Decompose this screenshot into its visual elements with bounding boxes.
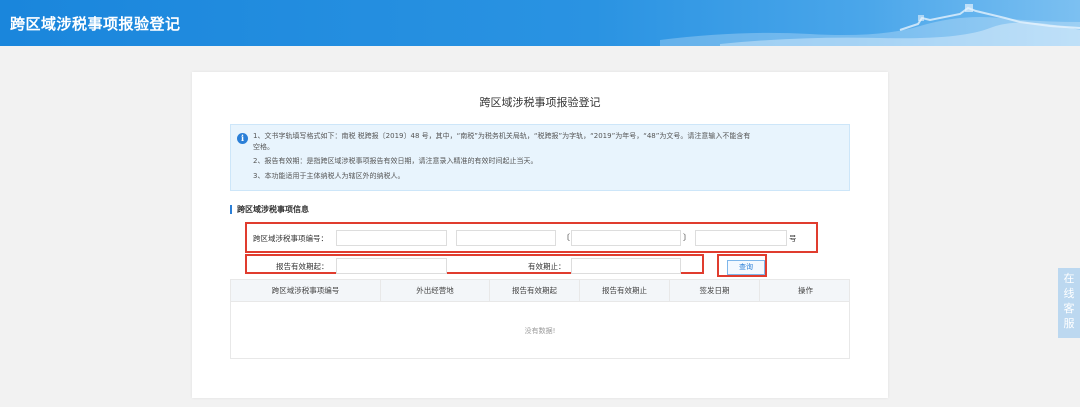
online-service-button[interactable]: 在 线 客 服 xyxy=(1058,268,1080,338)
column-header: 签发日期 xyxy=(670,280,760,302)
column-header: 跨区域涉税事项编号 xyxy=(231,280,381,302)
section-title: 跨区域涉税事项信息 xyxy=(230,205,309,214)
bracket-open: 〔 xyxy=(562,233,570,242)
code-input-3[interactable] xyxy=(571,230,681,246)
service-char: 线 xyxy=(1063,287,1075,300)
column-header: 操作 xyxy=(798,286,813,295)
end-date-label: 有效期止： xyxy=(528,262,566,271)
table-header: 跨区域涉税事项编号 外出经营地 报告有效期起 报告有效期止 签发日期 操作 xyxy=(231,280,849,302)
great-wall-banner-icon xyxy=(660,4,1080,46)
column-header: 外出经营地 xyxy=(381,280,490,302)
start-date-label: 报告有效期起： xyxy=(276,262,329,271)
app-title: 跨区域涉税事项报验登记 xyxy=(10,15,181,33)
column-header: 报告有效期止 xyxy=(580,280,670,302)
code-label: 跨区域涉税事项编号： xyxy=(253,234,328,243)
end-date-input[interactable] xyxy=(571,258,681,274)
notice-line: 空格。 xyxy=(253,143,274,151)
notice-line: 3、本功能适用于主体纳税人为辖区外的纳税人。 xyxy=(253,172,405,180)
registration-panel: 跨区域涉税事项报验登记 i 1、文书字轨填写格式如下：南税 税跨报〔2019〕4… xyxy=(192,72,888,398)
service-char: 客 xyxy=(1063,302,1075,315)
code-input-1[interactable] xyxy=(336,230,447,246)
service-char: 服 xyxy=(1063,317,1075,330)
notice-line: 2、报告有效期：是指跨区域涉税事项报告有效日期，请注意录入精准的有效时间起止当天… xyxy=(253,157,538,165)
info-icon: i xyxy=(237,133,248,144)
service-char: 在 xyxy=(1063,272,1075,285)
column-header: 报告有效期起 xyxy=(490,280,580,302)
notice-box: i 1、文书字轨填写格式如下：南税 税跨报〔2019〕48 号，其中，“南税”为… xyxy=(230,124,850,191)
query-button[interactable]: 查询 xyxy=(727,260,765,275)
code-input-2[interactable] xyxy=(456,230,556,246)
bracket-close: 〕 xyxy=(683,233,691,242)
hao-label: 号 xyxy=(789,234,797,243)
notice-line: 1、文书字轨填写格式如下：南税 税跨报〔2019〕48 号，其中，“南税”为税务… xyxy=(253,132,751,140)
empty-state: 没有数据! xyxy=(524,327,556,335)
start-date-input[interactable] xyxy=(336,258,447,274)
code-input-4[interactable] xyxy=(695,230,787,246)
results-table: 跨区域涉税事项编号 外出经营地 报告有效期起 报告有效期止 签发日期 操作 没有… xyxy=(230,279,850,359)
app-header: 跨区域涉税事项报验登记 xyxy=(0,0,1080,46)
page-title: 跨区域涉税事项报验登记 xyxy=(479,96,601,109)
